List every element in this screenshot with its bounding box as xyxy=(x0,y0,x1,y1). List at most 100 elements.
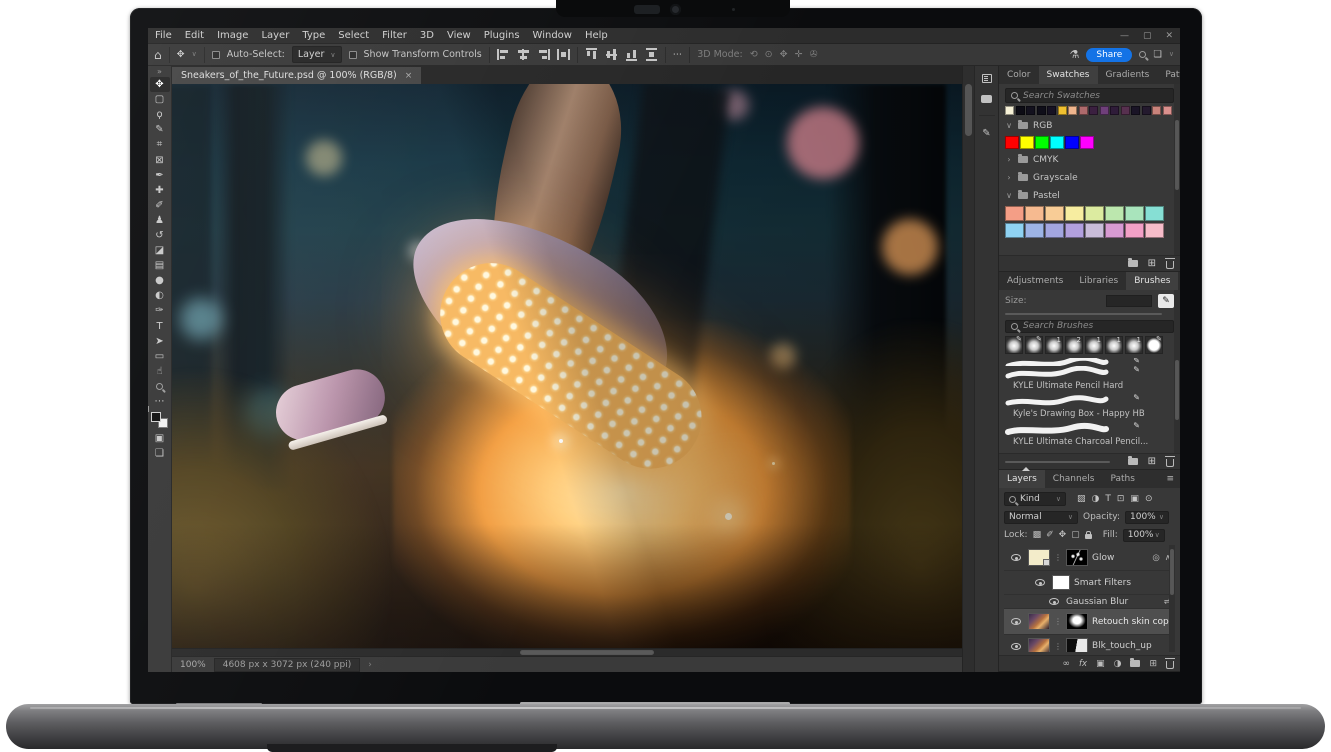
brush-preset-chip[interactable]: ✎ xyxy=(1145,336,1163,354)
expand-icon[interactable]: › xyxy=(1005,155,1013,164)
lock-paint-icon[interactable]: ✐ xyxy=(1046,530,1054,540)
swatch-group-cmyk[interactable]: › CMYK xyxy=(1005,152,1174,167)
layer-thumbnail[interactable] xyxy=(1028,549,1050,566)
history-brush-tool[interactable]: ↺ xyxy=(150,228,170,243)
menu-image[interactable]: Image xyxy=(217,30,248,41)
brush-settings-panel-icon[interactable]: ✎ xyxy=(982,128,990,139)
home-icon[interactable]: ⌂ xyxy=(154,49,162,61)
swatch[interactable] xyxy=(1065,136,1079,149)
menu-help[interactable]: Help xyxy=(585,30,608,41)
frame-tool[interactable]: ⊠ xyxy=(150,152,170,167)
menu-3d[interactable]: 3D xyxy=(420,30,434,41)
3d-pan-icon[interactable]: ✥ xyxy=(780,50,788,60)
new-brush-icon[interactable]: ⊞ xyxy=(1148,456,1156,467)
close-button[interactable]: ✕ xyxy=(1165,31,1173,41)
gradient-tool[interactable]: ▤ xyxy=(150,258,170,273)
layer-name[interactable]: Retouch skin copy xyxy=(1092,617,1171,627)
align-horizontal-centers-icon[interactable] xyxy=(517,49,530,60)
status-expand-icon[interactable]: › xyxy=(368,660,372,670)
size-value-field[interactable] xyxy=(1106,295,1152,307)
filter-smart-objects-icon[interactable]: ▣ xyxy=(1130,494,1139,504)
swatch[interactable] xyxy=(1145,206,1164,221)
screen-mode-button[interactable]: ❏ xyxy=(150,446,170,461)
3d-slide-icon[interactable]: ✛ xyxy=(795,50,803,60)
swatch[interactable] xyxy=(1045,223,1064,238)
default-colors-icon[interactable] xyxy=(148,406,149,412)
tab-close-icon[interactable]: × xyxy=(405,71,413,81)
dodge-tool[interactable]: ◐ xyxy=(150,288,170,303)
filter-type-layers-icon[interactable]: T xyxy=(1105,494,1111,504)
brush-list-zoom-slider[interactable] xyxy=(1005,461,1110,463)
swatch[interactable] xyxy=(1079,106,1088,115)
swatch[interactable] xyxy=(1065,223,1084,238)
add-mask-icon[interactable]: ▣ xyxy=(1096,659,1105,669)
menu-type[interactable]: Type xyxy=(302,30,325,41)
brush-name[interactable]: KYLE Ultimate Charcoal Pencil... xyxy=(1005,436,1174,450)
swatch[interactable] xyxy=(1065,206,1084,221)
swatch[interactable] xyxy=(1005,206,1024,221)
swatch[interactable] xyxy=(1110,106,1119,115)
vertical-scrollbar[interactable] xyxy=(962,66,974,672)
swatch[interactable] xyxy=(1085,223,1104,238)
swatch[interactable] xyxy=(1005,136,1019,149)
opacity-dropdown[interactable]: 100% ∨ xyxy=(1125,511,1169,524)
adjustment-layer-icon[interactable]: ◑ xyxy=(1114,659,1122,669)
lasso-tool[interactable]: ϙ xyxy=(150,107,170,122)
tab-adjustments[interactable]: Adjustments xyxy=(999,272,1071,290)
brush-size-slider[interactable] xyxy=(1005,313,1162,315)
brush-stroke-preview[interactable]: ✎ xyxy=(1005,423,1174,435)
lock-artboard-icon[interactable]: ▢ xyxy=(1071,530,1080,540)
tab-color[interactable]: Color xyxy=(999,66,1039,84)
brush-name[interactable]: Kyle's Drawing Box - Happy HB xyxy=(1005,408,1174,422)
visibility-eye-icon[interactable] xyxy=(1011,643,1021,650)
eraser-tool[interactable]: ◪ xyxy=(150,243,170,258)
swatch[interactable] xyxy=(1152,106,1161,115)
menu-window[interactable]: Window xyxy=(533,30,572,41)
swatch[interactable] xyxy=(1085,206,1104,221)
horizontal-scrollbar[interactable] xyxy=(172,648,962,656)
layer-thumbnail[interactable] xyxy=(1028,613,1050,630)
move-tool-icon[interactable]: ✥ xyxy=(177,50,185,60)
brush-preset-chip[interactable]: ✎ xyxy=(1005,336,1023,354)
tab-channels[interactable]: Channels xyxy=(1045,470,1103,488)
swatch[interactable] xyxy=(1045,206,1064,221)
expand-icon[interactable]: ∨ xyxy=(1005,121,1013,130)
move-tool[interactable]: ✥ xyxy=(150,77,170,92)
menu-filter[interactable]: Filter xyxy=(382,30,407,41)
swatch[interactable] xyxy=(1125,206,1144,221)
panel-scrollbar[interactable] xyxy=(1174,290,1180,453)
layer-row-gaussian-blur[interactable]: Gaussian Blur ⇌ xyxy=(1004,595,1175,609)
auto-select-checkbox[interactable] xyxy=(212,51,220,59)
brush-preset-chip[interactable]: 1 xyxy=(1125,336,1143,354)
filter-pixel-layers-icon[interactable]: ▨ xyxy=(1077,494,1086,504)
type-tool[interactable]: T xyxy=(150,319,170,334)
layer-name[interactable]: Glow xyxy=(1092,553,1148,563)
swatch[interactable] xyxy=(1035,136,1049,149)
delete-swatch-icon[interactable] xyxy=(1166,261,1174,269)
new-group-icon[interactable] xyxy=(1128,260,1138,267)
menu-file[interactable]: File xyxy=(155,30,172,41)
swatch-group-pastel[interactable]: ∨ Pastel xyxy=(1005,188,1174,203)
swatch[interactable] xyxy=(1080,136,1094,149)
filter-name[interactable]: Gaussian Blur xyxy=(1066,597,1160,607)
brush-preset-chip[interactable]: 1 xyxy=(1085,336,1103,354)
quick-mask-button[interactable]: ▣ xyxy=(150,431,170,446)
lock-position-icon[interactable]: ✥ xyxy=(1059,530,1067,540)
3d-orbit-icon[interactable]: ⟲ xyxy=(750,50,758,60)
visibility-eye-icon[interactable] xyxy=(1011,618,1021,625)
new-swatch-icon[interactable]: ⊞ xyxy=(1148,258,1156,269)
chevron-down-icon[interactable]: ∨ xyxy=(192,51,197,58)
3d-camera-icon[interactable]: ✇ xyxy=(810,50,818,60)
rectangle-tool[interactable]: ▭ xyxy=(150,349,170,364)
vertical-scrollbar-thumb[interactable] xyxy=(965,84,972,136)
swatch-group-grayscale[interactable]: › Grayscale xyxy=(1005,170,1174,185)
new-group-icon[interactable] xyxy=(1130,660,1140,667)
layer-style-icon[interactable]: fx xyxy=(1079,659,1087,669)
hand-tool[interactable]: ☝ xyxy=(150,364,170,379)
show-transform-checkbox[interactable] xyxy=(349,51,357,59)
tab-patterns[interactable]: Patterns xyxy=(1157,66,1180,84)
layer-row-glow[interactable]: ⋮ Glow ◎ ∧ xyxy=(1004,545,1175,571)
menu-select[interactable]: Select xyxy=(338,30,369,41)
path-selection-tool[interactable]: ➤ xyxy=(150,334,170,349)
smart-filter-mask-thumbnail[interactable] xyxy=(1052,575,1070,590)
